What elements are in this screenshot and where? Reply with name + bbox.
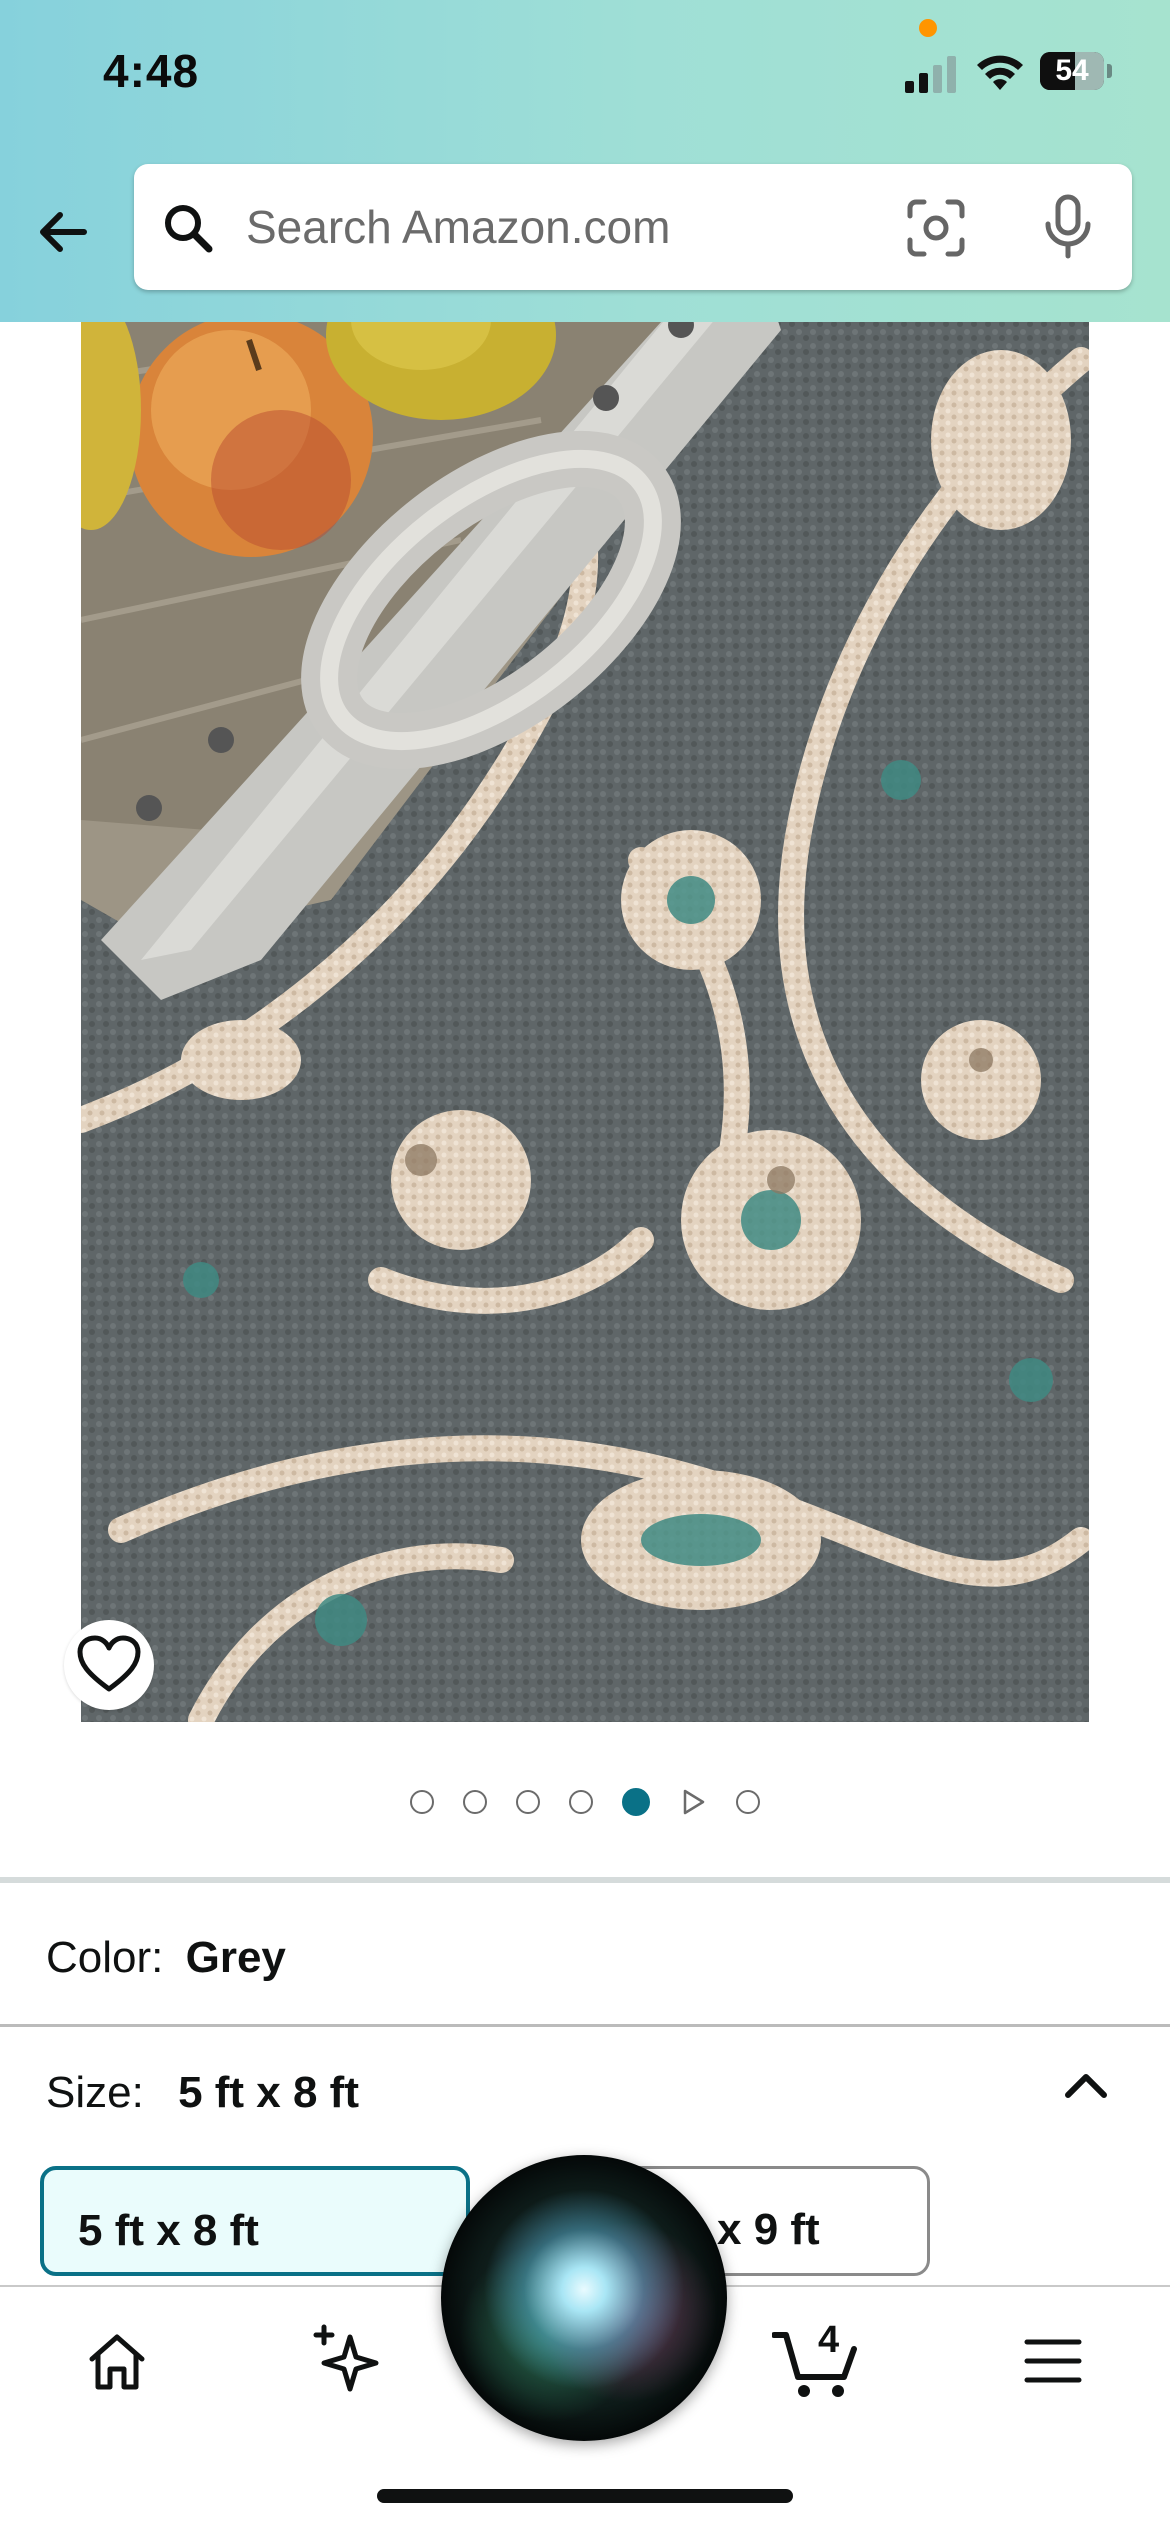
wifi-icon <box>977 55 1023 90</box>
cart-count-badge: 4 <box>818 2319 840 2361</box>
search-icon <box>165 205 213 253</box>
size-option-label: 5 ft x 8 ft <box>78 2206 259 2255</box>
rug-photo <box>81 300 1089 1722</box>
rufus-sparkle-icon[interactable] <box>312 2323 386 2395</box>
cart-button[interactable] <box>771 2321 862 2401</box>
carousel-dot[interactable] <box>516 1790 540 1814</box>
size-value: 5 ft x 8 ft <box>178 2068 359 2117</box>
wishlist-button[interactable] <box>64 1620 154 1710</box>
carousel-video-play-icon[interactable] <box>679 1788 707 1816</box>
color-variation: Color: Grey <box>46 1933 286 1983</box>
battery-level-text: 54 <box>1055 54 1089 87</box>
section-divider <box>0 1877 1170 1883</box>
app-header: 4:48 54 <box>0 0 1170 322</box>
heart-icon <box>77 1635 141 1692</box>
battery-icon: 54 <box>1040 52 1112 92</box>
size-option-label: x 9 ft <box>717 2205 820 2254</box>
variation-divider <box>0 2024 1170 2027</box>
size-variation: Size: 5 ft x 8 ft <box>46 2068 359 2118</box>
status-time: 4:48 <box>103 45 200 97</box>
cart-icon <box>771 2332 857 2397</box>
home-icon[interactable] <box>86 2331 148 2393</box>
siri-orb[interactable] <box>441 2155 727 2441</box>
carousel-dot[interactable] <box>569 1790 593 1814</box>
color-label: Color: <box>46 1933 164 1982</box>
back-arrow-icon[interactable] <box>34 200 98 264</box>
privacy-indicator-dot <box>919 19 937 37</box>
carousel-dot[interactable] <box>736 1790 760 1814</box>
search-bar[interactable] <box>134 164 1132 290</box>
search-input[interactable] <box>246 164 906 290</box>
color-value: Grey <box>185 1933 286 1982</box>
microphone-icon[interactable] <box>1040 194 1096 260</box>
carousel-dot-active[interactable] <box>622 1788 650 1816</box>
cellular-signal-icon <box>905 56 956 93</box>
menu-icon[interactable] <box>1024 2337 1082 2385</box>
product-image[interactable] <box>81 300 1089 1722</box>
carousel-dot[interactable] <box>463 1790 487 1814</box>
size-label: Size: <box>46 2068 144 2117</box>
camera-lens-icon[interactable] <box>906 198 966 258</box>
size-option-selected[interactable]: 5 ft x 8 ft <box>40 2166 470 2276</box>
image-carousel-indicator <box>0 1782 1170 1822</box>
home-indicator[interactable] <box>377 2489 793 2503</box>
carousel-dot[interactable] <box>410 1790 434 1814</box>
chevron-up-icon[interactable] <box>1060 2065 1112 2105</box>
